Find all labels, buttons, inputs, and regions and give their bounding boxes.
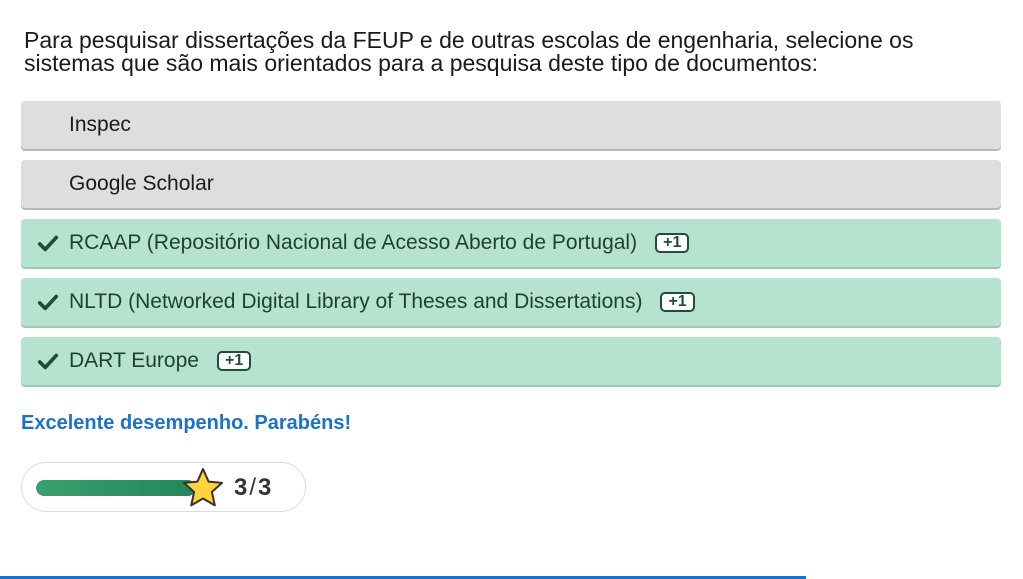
option-rcaap[interactable]: RCAAP (Repositório Nacional de Acesso Ab… xyxy=(21,219,1001,267)
check-icon xyxy=(37,353,59,370)
score-separator: / xyxy=(249,474,257,501)
quiz-page: Para pesquisar dissertações da FEUP e de… xyxy=(0,0,1023,579)
option-label: DART Europe xyxy=(69,349,199,372)
option-label: Google Scholar xyxy=(69,172,214,195)
points-badge: +1 xyxy=(655,233,690,253)
question-line-2: sistemas que são mais orientados para a … xyxy=(24,50,818,76)
answer-options: Inspec Google Scholar RCAAP (Repositório… xyxy=(21,101,1001,396)
score-value: 3/3 xyxy=(234,475,271,501)
option-inspec[interactable]: Inspec xyxy=(21,101,1001,149)
option-label: RCAAP (Repositório Nacional de Acesso Ab… xyxy=(69,231,638,254)
points-badge: +1 xyxy=(216,351,252,371)
option-label: NLTD (Networked Digital Library of These… xyxy=(69,290,643,313)
score-progress-bar xyxy=(36,480,196,496)
star-icon xyxy=(183,468,223,507)
check-icon xyxy=(37,294,59,311)
question-line-1: Para pesquisar dissertações da FEUP e de… xyxy=(24,27,914,53)
option-label: Inspec xyxy=(69,113,131,136)
option-google-scholar[interactable]: Google Scholar xyxy=(21,160,1001,208)
feedback-message: Excelente desempenho. Parabéns! xyxy=(21,412,352,434)
question-text: Para pesquisar dissertações da FEUP e de… xyxy=(24,29,999,75)
score-panel: 3/3 xyxy=(21,462,306,512)
check-icon xyxy=(37,235,59,252)
points-badge: +1 xyxy=(660,292,695,312)
score-progress-fill xyxy=(36,480,196,496)
score-current: 3 xyxy=(234,474,248,501)
option-nltd[interactable]: NLTD (Networked Digital Library of These… xyxy=(21,278,1001,326)
option-dart-europe[interactable]: DART Europe +1 xyxy=(21,337,1001,385)
score-max: 3 xyxy=(258,474,272,501)
